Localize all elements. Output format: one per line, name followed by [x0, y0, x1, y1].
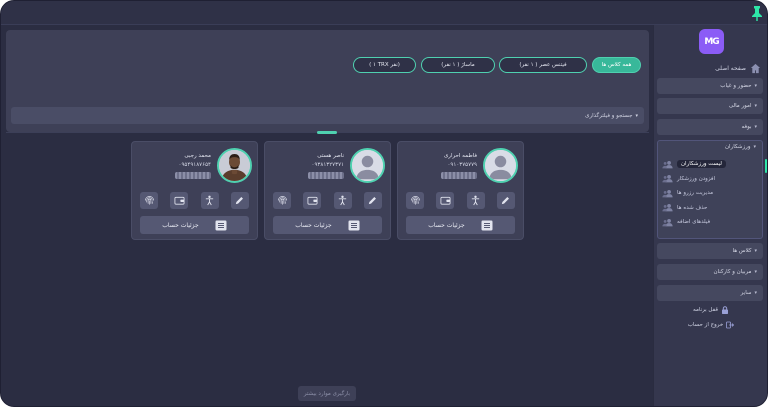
fingerprint-icon — [144, 196, 154, 205]
app-window: MG صفحه اصلی حضور و غیاب امور مالی بوفه … — [0, 0, 768, 407]
user-add-icon — [662, 175, 673, 183]
app-logo[interactable]: MG — [699, 29, 724, 54]
edit-button[interactable] — [230, 192, 249, 209]
chip-massage[interactable]: ماساژ ( ۱ نفر) — [421, 57, 495, 73]
avatar — [350, 148, 385, 183]
athlete-phone: ۰۹۱۰۳۷۵۷۷۹ — [447, 162, 477, 168]
avatar — [483, 148, 518, 183]
logout-button[interactable]: خروج از حساب — [661, 319, 761, 331]
redacted-info — [175, 172, 211, 179]
sidebar-item-home[interactable]: صفحه اصلی — [661, 61, 761, 75]
pencil-icon — [502, 197, 510, 205]
sidebar-item-attendance[interactable]: حضور و غیاب — [657, 78, 763, 94]
sidebar-subitem-athlete-list[interactable]: لیست ورزشکاران — [662, 157, 758, 171]
redacted-info — [308, 172, 344, 179]
wallet-icon — [174, 196, 185, 205]
list-icon — [348, 220, 360, 230]
filter-panel: همه کلاس ها فیتنس عصر ( ۱ نفر) ماساژ ( ۱… — [6, 30, 649, 132]
users-icon — [662, 218, 673, 226]
fingerprint-button[interactable] — [406, 192, 424, 209]
list-icon — [215, 220, 227, 230]
person-button[interactable] — [200, 192, 219, 209]
wallet-button[interactable] — [303, 192, 322, 209]
load-more-button[interactable]: بارگیری موارد بیشتر — [298, 386, 356, 401]
edit-button[interactable] — [363, 192, 382, 209]
athlete-phone: ۰۹۳۸۱۳۲۷۳۷۱ — [311, 162, 345, 168]
fingerprint-button[interactable] — [273, 192, 291, 209]
sidebar-item-staff[interactable]: مربیان و کارکنان — [657, 264, 763, 280]
sidebar-item-buffet[interactable]: بوفه — [657, 119, 763, 135]
users-icon — [662, 160, 673, 168]
person-button[interactable] — [466, 192, 485, 209]
search-filter-toggle[interactable]: جستجو و فیلترگذاری — [11, 107, 644, 124]
account-details-button[interactable]: جزئیات حساب — [406, 216, 515, 234]
card-actions — [140, 192, 249, 209]
pencil-icon — [236, 197, 244, 205]
edit-button[interactable] — [496, 192, 515, 209]
sidebar: MG صفحه اصلی حضور و غیاب امور مالی بوفه … — [653, 25, 767, 406]
sidebar-subitem-extra-fields[interactable]: فیلدهای اضافه — [662, 215, 758, 229]
title-bar — [1, 1, 767, 25]
sidebar-subitem-add-athlete[interactable]: افزودن ورزشکار — [662, 172, 758, 186]
wallet-icon — [440, 196, 451, 205]
user-placeholder-icon — [485, 150, 516, 181]
chip-evening-fitness[interactable]: فیتنس عصر ( ۱ نفر) — [499, 57, 587, 73]
pin-icon[interactable] — [751, 5, 763, 21]
athlete-card: فاطمه احراری ۰۹۱۰۳۷۵۷۷۹ جزئیات حساب — [397, 141, 524, 240]
athlete-phone: ۰۹۵۴۹۱۸۷۶۵۴ — [178, 162, 212, 168]
athlete-card: ناصر هستی ۰۹۳۸۱۳۲۷۳۷۱ جزئیات حساب — [264, 141, 391, 240]
card-actions — [273, 192, 382, 209]
list-icon — [481, 220, 493, 230]
lock-icon — [722, 306, 728, 314]
account-details-button[interactable]: جزئیات حساب — [273, 216, 382, 234]
person-icon — [471, 195, 480, 206]
avatar — [217, 148, 252, 183]
home-label: صفحه اصلی — [715, 64, 746, 72]
athlete-name: ناصر هستی — [317, 153, 344, 159]
logout-icon — [726, 321, 735, 329]
fingerprint-icon — [410, 196, 420, 205]
chip-trx[interactable]: ( ۱ TRX نفر) — [353, 57, 416, 73]
sidebar-item-classes[interactable]: کلاس ها — [657, 243, 763, 259]
fingerprint-icon — [277, 196, 287, 205]
sidebar-subitem-deleted[interactable]: حذف شده ها — [662, 201, 758, 215]
wallet-button[interactable] — [436, 192, 455, 209]
wallet-icon — [307, 196, 318, 205]
users-icon — [662, 204, 673, 212]
fingerprint-button[interactable] — [140, 192, 158, 209]
active-indicator — [765, 159, 767, 173]
sidebar-subitem-reservations[interactable]: مدیریت رزرو ها — [662, 186, 758, 200]
athlete-photo — [219, 150, 250, 181]
sidebar-item-finance[interactable]: امور مالی — [657, 98, 763, 114]
pencil-icon — [369, 197, 377, 205]
card-actions — [406, 192, 515, 209]
athlete-name: محمد رجبی — [184, 153, 211, 159]
home-icon — [750, 63, 761, 73]
sidebar-item-other[interactable]: سایر — [657, 285, 763, 301]
account-details-button[interactable]: جزئیات حساب — [140, 216, 249, 234]
users-icon — [662, 189, 673, 197]
wallet-button[interactable] — [170, 192, 189, 209]
athlete-card: محمد رجبی ۰۹۵۴۹۱۸۷۶۵۴ جزئیات حساب — [131, 141, 258, 240]
redacted-info — [441, 172, 477, 179]
person-button[interactable] — [333, 192, 352, 209]
person-icon — [338, 195, 347, 206]
athlete-name: فاطمه احراری — [443, 153, 477, 159]
chip-all-classes[interactable]: همه کلاس ها — [592, 57, 641, 73]
user-placeholder-icon — [352, 150, 383, 181]
sidebar-item-athletes[interactable]: ورزشکاران لیست ورزشکاران افزودن ورزشکار … — [657, 140, 767, 239]
athletes-submenu: لیست ورزشکاران افزودن ورزشکار مدیریت رزر… — [662, 157, 758, 230]
resize-handle[interactable] — [317, 131, 337, 134]
lock-app-button[interactable]: قفل برنامه — [661, 304, 761, 316]
person-icon — [205, 195, 214, 206]
